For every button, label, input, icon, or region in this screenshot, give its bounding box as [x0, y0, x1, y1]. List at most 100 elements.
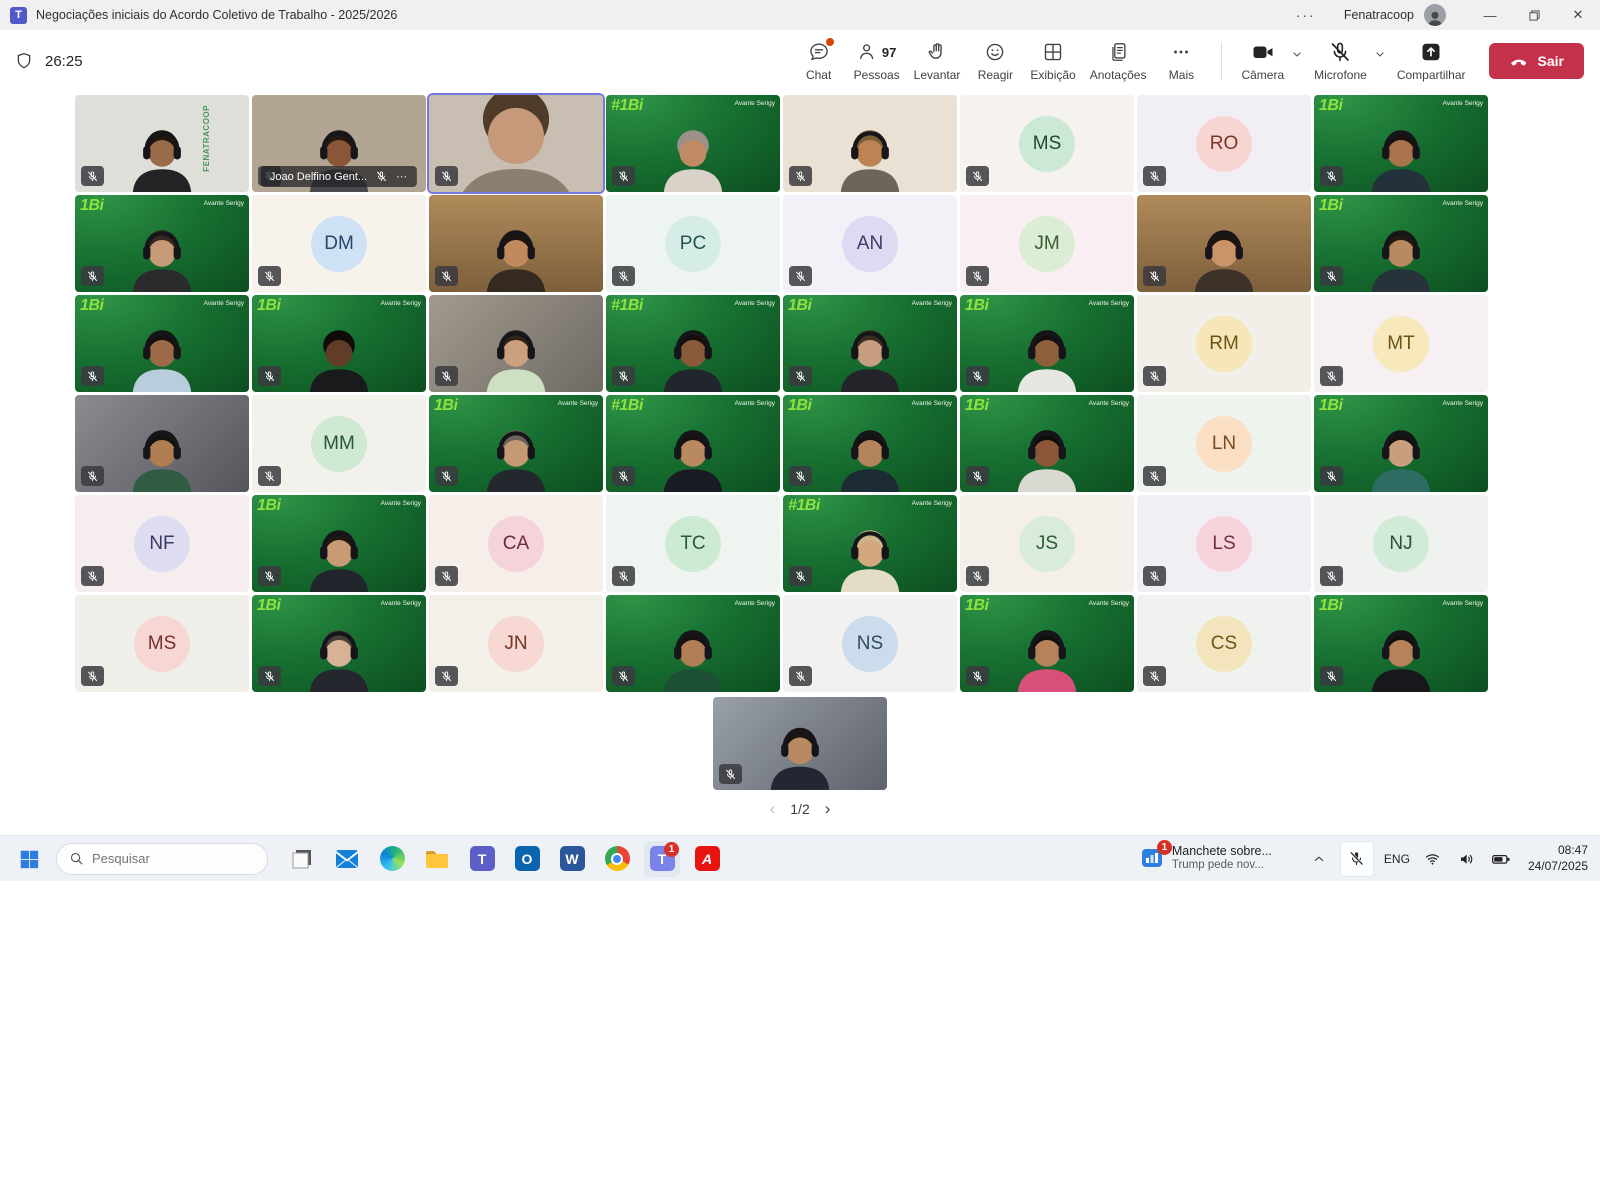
participant-tile[interactable]: JM	[960, 195, 1134, 292]
taskbar-app-edge[interactable]	[374, 841, 410, 877]
hangup-icon	[1509, 51, 1529, 71]
participant-tile[interactable]: Avante Serigy	[606, 595, 780, 692]
participant-tile[interactable]: CA	[429, 495, 603, 592]
tray-mic-muted[interactable]	[1340, 841, 1374, 877]
camera-button[interactable]: Câmera	[1234, 35, 1291, 87]
taskbar-app-desktop[interactable]	[284, 841, 320, 877]
participant-tile[interactable]: CS	[1137, 595, 1311, 692]
taskbar-app-mail[interactable]	[329, 841, 365, 877]
restore-button[interactable]	[1512, 0, 1556, 30]
participant-tile[interactable]: 1BiAvante Serigy	[75, 295, 249, 392]
participant-tile[interactable]: MM	[252, 395, 426, 492]
participant-tile[interactable]: FENATRACOOP	[75, 95, 249, 192]
participant-tile[interactable]: DM	[252, 195, 426, 292]
participant-tile[interactable]: 1BiAvante Serigy	[1314, 95, 1488, 192]
taskbar-search[interactable]	[56, 843, 268, 875]
participant-tile[interactable]	[429, 195, 603, 292]
participant-tile[interactable]: 1BiAvante Serigy	[252, 495, 426, 592]
participant-tile[interactable]: Joao Delfino Gent...⋯	[252, 95, 426, 192]
chat-button[interactable]: Chat	[791, 35, 847, 87]
participant-tile[interactable]	[783, 95, 957, 192]
taskbar-app-explorer[interactable]	[419, 841, 455, 877]
participant-silhouette	[809, 407, 931, 492]
participant-tile[interactable]: NF	[75, 495, 249, 592]
mail-icon	[334, 847, 360, 871]
widgets-news[interactable]: 1 Manchete sobre... Trump pede nov...	[1140, 844, 1272, 873]
titlebar-more-icon[interactable]: ···	[1296, 7, 1316, 23]
participant-tile[interactable]: 1BiAvante Serigy	[252, 295, 426, 392]
participant-tile[interactable]: JN	[429, 595, 603, 692]
participant-tile[interactable]: MT	[1314, 295, 1488, 392]
participant-tile[interactable]: #1BiAvante Serigy	[783, 495, 957, 592]
react-button[interactable]: Reagir	[967, 35, 1023, 87]
start-button[interactable]	[12, 842, 46, 876]
participant-tile[interactable]: 1BiAvante Serigy	[960, 295, 1134, 392]
participant-tile[interactable]: 1BiAvante Serigy	[75, 195, 249, 292]
muted-mic-icon	[789, 466, 812, 486]
participant-tile[interactable]: #1BiAvante Serigy	[606, 395, 780, 492]
participant-tile[interactable]: #1BiAvante Serigy	[606, 95, 780, 192]
wifi-indicator[interactable]	[1420, 844, 1446, 874]
participant-tile[interactable]: JS	[960, 495, 1134, 592]
taskbar-app-word[interactable]: W	[554, 841, 590, 877]
language-indicator[interactable]: ENG	[1384, 852, 1410, 866]
participant-tile[interactable]: 1BiAvante Serigy	[429, 395, 603, 492]
annotations-button[interactable]: Anotações	[1083, 35, 1154, 87]
close-button[interactable]: ✕	[1556, 0, 1600, 30]
participant-tile[interactable]: NS	[783, 595, 957, 692]
participant-tile[interactable]: 1BiAvante Serigy	[960, 395, 1134, 492]
next-page-chevron[interactable]: ›	[825, 800, 831, 817]
raise-hand-button[interactable]: Levantar	[907, 35, 968, 87]
participant-tile[interactable]: RM	[1137, 295, 1311, 392]
account-avatar[interactable]	[1424, 4, 1446, 26]
participant-tile[interactable]	[1137, 195, 1311, 292]
battery-indicator[interactable]	[1488, 844, 1514, 874]
leave-button[interactable]: Sair	[1489, 43, 1584, 79]
participant-tile[interactable]: AN	[783, 195, 957, 292]
participant-tile[interactable]: 1BiAvante Serigy	[960, 595, 1134, 692]
muted-mic-icon	[81, 566, 104, 586]
participant-more-icon[interactable]: ⋯	[396, 170, 408, 183]
participant-tile[interactable]: #1BiAvante Serigy	[606, 295, 780, 392]
taskbar-app-teams[interactable]: T	[464, 841, 500, 877]
taskbar-app-teams-meeting[interactable]: 1 T	[644, 841, 680, 877]
participant-tile[interactable]: 1BiAvante Serigy	[783, 295, 957, 392]
participant-tile[interactable]: TC	[606, 495, 780, 592]
participant-tile[interactable]: 1BiAvante Serigy	[1314, 195, 1488, 292]
participant-tile[interactable]: PC	[606, 195, 780, 292]
participant-tile[interactable]: LN	[1137, 395, 1311, 492]
participant-tile[interactable]	[429, 295, 603, 392]
search-input[interactable]	[92, 851, 232, 866]
participant-tile[interactable]	[429, 95, 603, 192]
participant-tile[interactable]: MS	[75, 595, 249, 692]
participant-tile[interactable]	[713, 697, 887, 790]
volume-indicator[interactable]	[1454, 844, 1480, 874]
participant-tile[interactable]	[75, 395, 249, 492]
view-button[interactable]: Exibição	[1023, 35, 1082, 87]
taskbar-app-acrobat[interactable]: A	[689, 841, 725, 877]
taskbar-app-chrome[interactable]	[599, 841, 635, 877]
taskbar-app-outlook[interactable]: O	[509, 841, 545, 877]
brand-avante-serigy-label: Avante Serigy	[558, 400, 598, 407]
participant-tile[interactable]: NJ	[1314, 495, 1488, 592]
previous-page-chevron[interactable]: ‹	[770, 800, 776, 817]
participant-tile[interactable]: LS	[1137, 495, 1311, 592]
participant-tile[interactable]: MS	[960, 95, 1134, 192]
camera-options-chevron[interactable]	[1289, 46, 1305, 62]
participant-tile[interactable]: 1BiAvante Serigy	[1314, 595, 1488, 692]
muted-mic-icon	[612, 266, 635, 286]
people-button[interactable]: 97 Pessoas	[847, 35, 907, 87]
search-icon	[69, 851, 84, 866]
microphone-button[interactable]: Microfone	[1307, 35, 1374, 87]
participant-tile[interactable]: 1BiAvante Serigy	[783, 395, 957, 492]
microphone-options-chevron[interactable]	[1372, 46, 1388, 62]
participant-initials: LN	[1196, 416, 1252, 472]
tray-clock[interactable]: 08:47 24/07/2025	[1528, 843, 1588, 874]
more-button[interactable]: Mais	[1153, 35, 1209, 87]
participant-tile[interactable]: 1BiAvante Serigy	[1314, 395, 1488, 492]
minimize-button[interactable]: —	[1468, 0, 1512, 30]
participant-tile[interactable]: 1BiAvante Serigy	[252, 595, 426, 692]
share-button[interactable]: Compartilhar	[1390, 35, 1473, 87]
tray-expand-chevron[interactable]	[1306, 844, 1332, 874]
participant-tile[interactable]: RO	[1137, 95, 1311, 192]
